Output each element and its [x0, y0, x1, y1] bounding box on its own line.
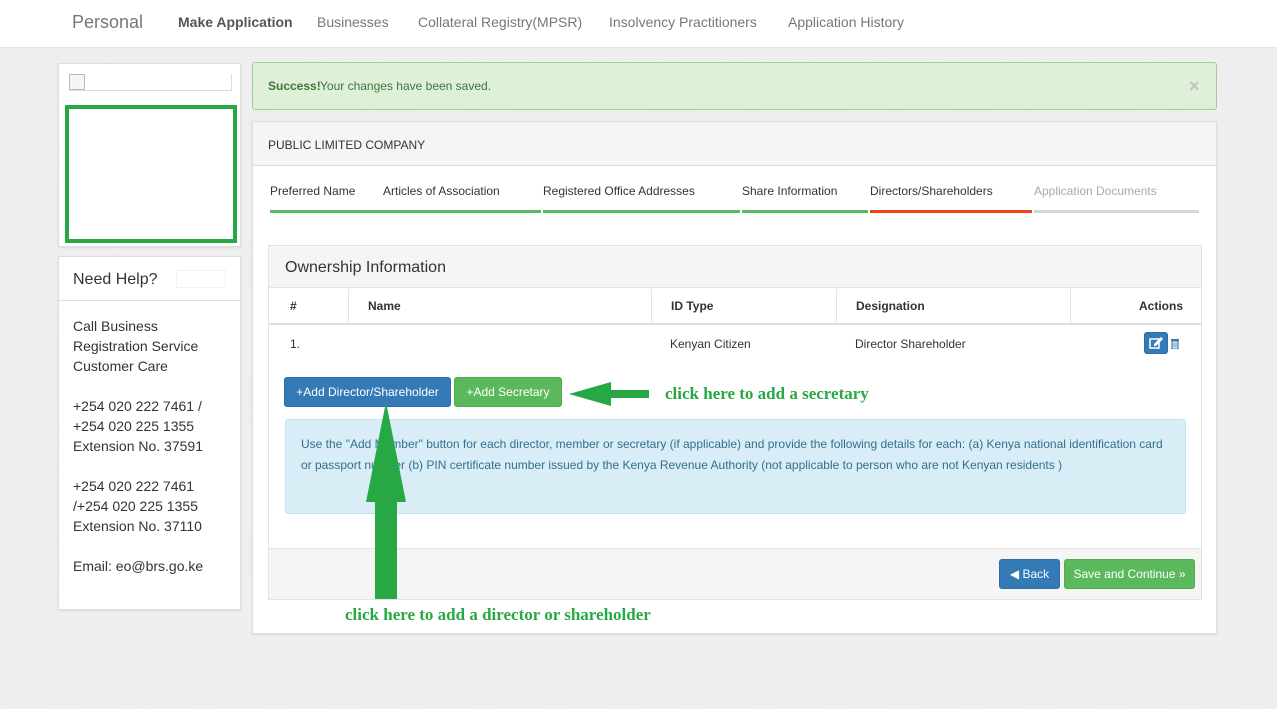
step-articles-of-association[interactable]: Articles of Association [383, 184, 500, 198]
company-type: PUBLIC LIMITED COMPANY [268, 138, 426, 152]
info-text: Use the "Add Member" button for each dir… [301, 437, 1163, 472]
help-title: Need Help? [73, 271, 158, 288]
secretary-annotation: click here to add a secretary [665, 384, 869, 403]
ownership-panel: Ownership Information # Name ID Type Des… [268, 245, 1202, 600]
brand-link[interactable]: Personal [72, 12, 143, 33]
column-header-actions: Actions [1139, 299, 1184, 313]
help-extension: Extension No. 37110 [73, 518, 202, 534]
logo-panel [58, 63, 241, 247]
director-annotation: click here to add a director or sharehol… [345, 605, 651, 624]
step-progress-bar-current [870, 210, 1032, 213]
nav-make-application[interactable]: Make Application [178, 14, 293, 30]
nav-application-history[interactable]: Application History [788, 14, 904, 30]
highlight-frame [65, 105, 237, 243]
column-header-name: Name [368, 299, 401, 313]
help-phone: +254 020 222 7461 / [73, 398, 202, 414]
help-line: Customer Care [73, 358, 168, 374]
back-button[interactable]: ◀ Back [999, 559, 1060, 589]
row-designation: Director Shareholder [855, 337, 966, 351]
row-number: 1. [290, 337, 301, 351]
step-progress-bar [543, 210, 740, 213]
step-application-documents: Application Documents [1034, 184, 1157, 198]
ownership-heading: Ownership Information [269, 246, 1201, 288]
help-phone: /+254 020 225 1355 [73, 498, 198, 514]
column-divider [1070, 289, 1071, 323]
column-header-number: # [290, 299, 297, 313]
info-alert: Use the "Add Member" button for each dir… [285, 419, 1186, 514]
step-progress-bar-pending [1034, 210, 1199, 213]
help-phone: +254 020 222 7461 [73, 478, 195, 494]
alert-title: Success! [268, 79, 321, 93]
add-secretary-label: Add Secretary [473, 385, 550, 399]
add-director-label: Add Director/Shareholder [303, 385, 439, 399]
edit-icon [1149, 337, 1163, 349]
nav-collateral-registry[interactable]: Collateral Registry(MPSR) [418, 14, 582, 30]
column-divider [348, 289, 349, 323]
broken-image-icon [69, 74, 232, 91]
step-progress-bar [742, 210, 868, 213]
column-divider [836, 289, 837, 323]
nav-businesses[interactable]: Businesses [317, 14, 389, 30]
step-preferred-name[interactable]: Preferred Name [270, 184, 355, 198]
step-registered-office[interactable]: Registered Office Addresses [543, 184, 695, 198]
add-secretary-button[interactable]: +Add Secretary [454, 377, 562, 407]
nav-insolvency-practitioners[interactable]: Insolvency Practitioners [609, 14, 757, 30]
alert-message: Your changes have been saved. [320, 79, 492, 93]
arrow-left-icon [569, 382, 649, 406]
help-line: Call Business [73, 318, 158, 334]
table-header-divider [269, 323, 1201, 325]
help-phone: +254 020 225 1355 [73, 418, 195, 434]
help-title-placeholder [176, 270, 226, 288]
save-label: Save and Continue [1073, 567, 1176, 581]
column-header-id-type: ID Type [671, 299, 714, 313]
step-progress-bar [270, 210, 541, 213]
save-and-continue-button[interactable]: Save and Continue » [1064, 559, 1195, 589]
column-divider [651, 289, 652, 323]
column-header-designation: Designation [856, 299, 925, 313]
row-id-type: Kenyan Citizen [670, 337, 751, 351]
help-extension: Extension No. 37591 [73, 438, 203, 454]
success-alert: Success! Your changes have been saved. × [252, 62, 1217, 110]
help-line: Registration Service [73, 338, 199, 354]
edit-button[interactable] [1144, 332, 1168, 354]
panel-footer: ◀ Back Save and Continue » [269, 548, 1201, 599]
arrow-up-icon [366, 402, 406, 599]
double-chevron-right-icon: » [1175, 567, 1186, 581]
help-email: Email: eo@brs.go.ke [73, 558, 204, 574]
top-navbar: Personal Make Application Businesses Col… [0, 0, 1277, 48]
ownership-title: Ownership Information [285, 259, 446, 276]
help-panel: Need Help? Call Business Registration Se… [58, 256, 241, 610]
panel-heading: PUBLIC LIMITED COMPANY [253, 122, 1216, 166]
back-label: Back [1022, 567, 1050, 581]
circle-chevron-left-icon: ◀ [1009, 567, 1023, 581]
step-share-information[interactable]: Share Information [742, 184, 837, 198]
close-icon[interactable]: × [1189, 76, 1200, 97]
step-directors-shareholders[interactable]: Directors/Shareholders [870, 184, 993, 198]
divider [59, 300, 240, 301]
trash-icon[interactable] [1170, 338, 1180, 349]
